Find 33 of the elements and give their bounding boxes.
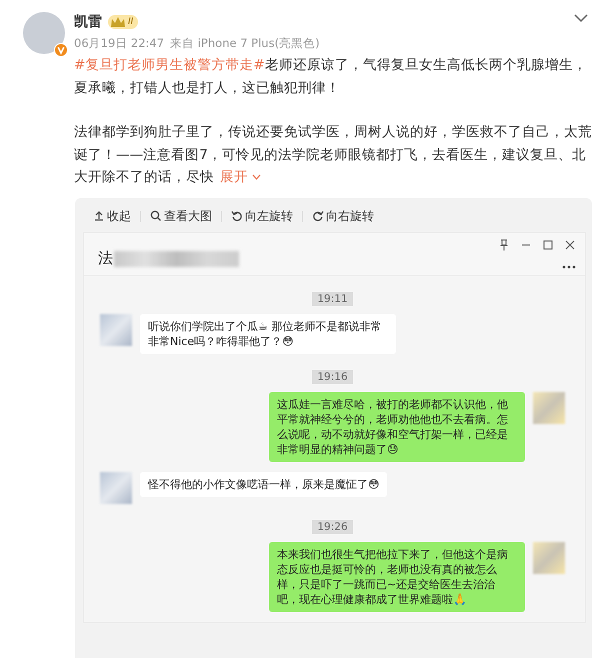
level-number: II (128, 17, 134, 27)
toolbar-button[interactable]: 查看大图 (150, 208, 212, 224)
toolbar-button[interactable]: 向右旋转 (312, 208, 374, 224)
upload-arrow-icon (93, 210, 105, 222)
avatar-placeholder (100, 472, 132, 504)
timestamp: 19:11 (312, 292, 353, 306)
chevron-down-icon (252, 174, 262, 180)
post-text: 法律都学到狗肚子里了，传说还要免试学医，周树人说的好，学医救不了自己，太荒诞了！——注意看图7，可怜见的法学院老师眼镜都打飞，去看医生，建议复旦、北大开除不了的话，尽快 展开 (74, 123, 593, 187)
message-bubble: 本来我们也很生气把他拉下来了，但他这个是病态反应也是挺可怜的，老师也没有真的被怎么样，只是吓了一跳而已~还是交给医生去治治吧，现在心理健康都成了世界难题啦🙏 (269, 542, 525, 612)
search-icon (150, 210, 162, 222)
maximize-icon[interactable] (543, 240, 553, 250)
close-icon[interactable] (565, 240, 575, 250)
pin-icon[interactable] (499, 238, 509, 250)
rotate-right-icon (312, 210, 324, 222)
timestamp: 19:26 (312, 520, 353, 534)
timestamp: 19:16 (312, 370, 353, 384)
crown-icon (110, 16, 126, 28)
message-bubble: 怪不得他的小作文像呓语一样，原来是魔怔了😳 (140, 472, 388, 496)
message-bubble: 听说你们学院出了个瓜☕ 那位老师不是都说非常非常Nice吗？咋得罪他了？😳 (140, 314, 396, 354)
rotate-left-icon (231, 210, 243, 222)
toolbar-button[interactable]: 收起 (93, 208, 131, 224)
avatar-placeholder (100, 314, 132, 346)
avatar-placeholder (533, 542, 565, 574)
post-source: 来自 iPhone 7 Plus(亮黑色) (170, 36, 320, 51)
more-icon[interactable] (562, 264, 576, 268)
toolbar-button[interactable]: 向左旋转 (231, 208, 293, 224)
author-name[interactable]: 凯雷 (74, 13, 102, 31)
chat-title: 法 (98, 249, 113, 268)
post-text: #复旦打老师男生被警方带走#老师还原谅了，气得复旦女生高低长两个乳腺增生，夏承曦，打错人也是打人，这已触犯刑律！ (74, 56, 588, 98)
chevron-down-icon[interactable] (574, 14, 588, 23)
avatar-placeholder (23, 12, 65, 54)
avatar-placeholder (533, 392, 565, 424)
message-bubble: 这瓜娃一言难尽哈，被打的老师都不认识他，他平常就神经兮兮的，老师劝他他也不去看病。怎么说呢，动不动就好像和空气打架一样，已经是非常明显的精神问题了😓 (269, 392, 525, 462)
